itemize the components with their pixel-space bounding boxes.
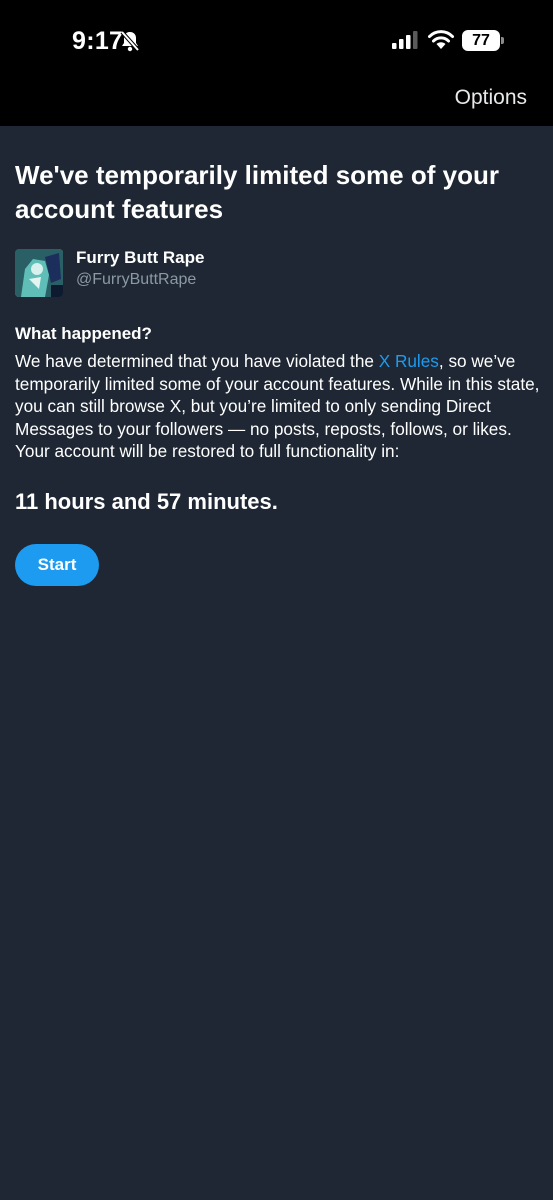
restriction-countdown: 11 hours and 57 minutes. <box>15 488 278 514</box>
account-card: Furry Butt Rape @FurryButtRape <box>15 247 540 297</box>
avatar-image <box>15 249 63 297</box>
x-rules-link[interactable]: X Rules <box>379 351 439 371</box>
explanation-text-start: We have determined that you have violate… <box>15 351 379 371</box>
section-heading: What happened? <box>15 324 152 343</box>
start-button[interactable]: Start <box>15 543 99 586</box>
account-handle: @FurryButtRape <box>76 271 197 288</box>
battery-cap <box>501 37 504 44</box>
battery-level: 77 <box>462 30 500 51</box>
wifi-icon <box>428 30 454 49</box>
status-time: 9:17 <box>72 27 124 55</box>
account-display-name: Furry Butt Rape <box>76 248 205 267</box>
notice-content: We've temporarily limited some of your a… <box>15 158 540 586</box>
explanation-text: We have determined that you have violate… <box>15 350 540 463</box>
options-button[interactable]: Options <box>455 86 527 110</box>
battery-icon: 77 <box>462 30 504 51</box>
top-bar: 9:17 77 Options <box>0 0 553 126</box>
cellular-signal-icon <box>392 31 418 49</box>
page-title: We've temporarily limited some of your a… <box>15 160 499 224</box>
bell-slash-icon <box>120 30 140 52</box>
avatar <box>15 249 63 297</box>
